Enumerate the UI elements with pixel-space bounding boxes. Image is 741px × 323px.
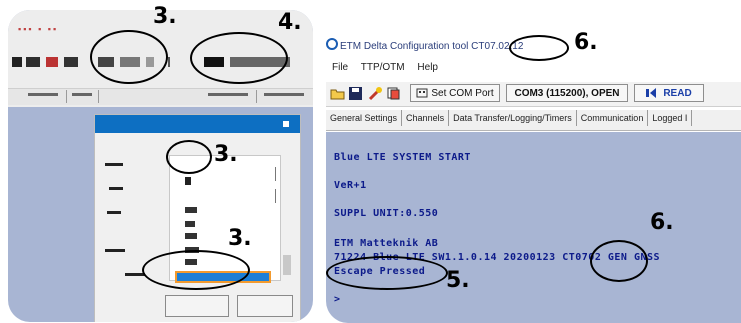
left-window-title: ▪▪▪ ▪ ▪▪ bbox=[18, 24, 59, 34]
annotation-ring-3-field bbox=[166, 140, 212, 174]
toolbar-icon-4[interactable] bbox=[64, 57, 78, 67]
tab-label-blurred[interactable] bbox=[264, 93, 304, 96]
list-item-glyph[interactable] bbox=[185, 177, 191, 185]
annotation-ring-3-toolbar bbox=[90, 30, 168, 84]
toolbar: Set COM Port COM3 (115200), OPEN READ bbox=[326, 82, 741, 107]
ok-button[interactable] bbox=[165, 295, 229, 317]
annotation-ring-6-firmware bbox=[590, 240, 648, 282]
set-com-port-label: Set COM Port bbox=[431, 87, 494, 99]
cancel-button[interactable] bbox=[237, 295, 293, 317]
dialog-title-bar bbox=[95, 115, 300, 133]
tab-bar: General Settings Channels Data Transfer/Lo… bbox=[326, 110, 741, 131]
tab-divider bbox=[98, 90, 99, 103]
port-status-button[interactable]: COM3 (115200), OPEN bbox=[506, 84, 628, 102]
list-item-glyph[interactable] bbox=[185, 207, 197, 213]
tab-general-settings[interactable]: General Settings bbox=[326, 110, 403, 126]
list-scrollbar[interactable] bbox=[283, 255, 291, 275]
tab-divider bbox=[256, 90, 257, 103]
annotation-number-6: 6. bbox=[650, 210, 674, 235]
tab-label-blurred[interactable] bbox=[72, 93, 92, 96]
annotation-ring-3-selection bbox=[142, 250, 250, 290]
tab-divider bbox=[66, 90, 67, 103]
app-logo-icon bbox=[326, 38, 338, 50]
dropdown-arrow[interactable] bbox=[275, 167, 288, 181]
menu-help[interactable]: Help bbox=[417, 62, 438, 73]
save-icon[interactable] bbox=[348, 86, 363, 101]
dropdown-arrow[interactable] bbox=[275, 189, 288, 203]
console-line: Blue LTE SYSTEM START bbox=[334, 152, 471, 163]
menu-bar: File TTP/OTM Help bbox=[332, 62, 448, 73]
annotation-number-3: 3. bbox=[153, 4, 177, 29]
tab-data-transfer[interactable]: Data Transfer/Logging/Timers bbox=[449, 110, 577, 126]
dialog-label bbox=[109, 187, 123, 190]
annotation-number-3: 3. bbox=[214, 142, 238, 167]
list-item-glyph[interactable] bbox=[185, 233, 197, 239]
menu-ttp-otm[interactable]: TTP/OTM bbox=[361, 62, 405, 73]
menu-file[interactable]: File bbox=[332, 62, 348, 73]
annotation-number-5: 5. bbox=[446, 268, 470, 293]
dialog-label bbox=[105, 163, 123, 166]
left-tab-row bbox=[8, 88, 313, 105]
toolbar-icon-2[interactable] bbox=[26, 57, 40, 67]
console-line: ETM Matteknik AB bbox=[334, 238, 439, 249]
toolbar-separator bbox=[168, 57, 170, 67]
tab-label-blurred[interactable] bbox=[28, 93, 58, 96]
list-item-glyph[interactable] bbox=[185, 221, 195, 227]
tab-communication[interactable]: Communication bbox=[577, 110, 649, 126]
port-status-label: COM3 (115200), OPEN bbox=[514, 87, 620, 99]
annotation-ring-4 bbox=[190, 32, 288, 84]
window-title: ETM Delta Configuration tool CT07.02.12 bbox=[340, 41, 523, 52]
tab-channels[interactable]: Channels bbox=[402, 110, 450, 126]
annotation-ring-5 bbox=[326, 256, 448, 290]
annotation-number-3: 3. bbox=[228, 226, 252, 251]
read-button[interactable]: READ bbox=[634, 84, 704, 102]
console-line: VeR+1 bbox=[334, 180, 367, 191]
dialog-label bbox=[107, 211, 121, 214]
read-arrow-icon bbox=[646, 88, 657, 98]
tab-logged[interactable]: Logged I bbox=[648, 110, 693, 126]
console-output[interactable]: Blue LTE SYSTEM START VeR+1 SUPPL UNIT:0… bbox=[326, 132, 741, 323]
copy-icon[interactable] bbox=[386, 86, 401, 101]
console-line: SUPPL UNIT:0.550 bbox=[334, 208, 439, 219]
read-label: READ bbox=[663, 87, 692, 99]
tab-label-blurred[interactable] bbox=[208, 93, 248, 96]
toolbar-icon-1[interactable] bbox=[12, 57, 22, 67]
dialog-label bbox=[105, 249, 125, 252]
app-name: ETM Delta Configuration tool bbox=[340, 41, 472, 52]
open-folder-icon[interactable] bbox=[330, 86, 345, 101]
console-prompt: > bbox=[334, 294, 341, 305]
port-icon bbox=[416, 88, 428, 98]
version-highlight-ring bbox=[509, 35, 569, 61]
close-icon[interactable] bbox=[283, 121, 289, 127]
tools-icon[interactable] bbox=[368, 86, 383, 101]
annotation-number-6: 6. bbox=[574, 30, 598, 55]
set-com-port-button[interactable]: Set COM Port bbox=[410, 84, 500, 102]
toolbar-icon-3[interactable] bbox=[46, 57, 58, 67]
annotation-number-4: 4. bbox=[278, 10, 302, 35]
